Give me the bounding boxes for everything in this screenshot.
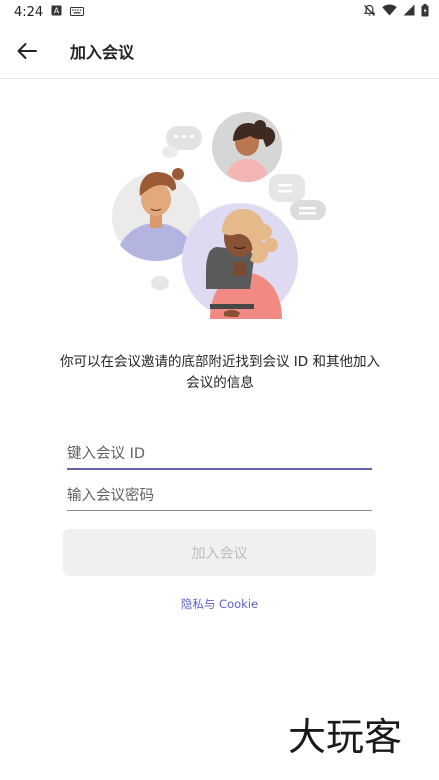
instruction-text: 你可以在会议邀请的底部附近找到会议 ID 和其他加入会议的信息 (60, 354, 380, 391)
status-right (363, 3, 429, 21)
join-meeting-button[interactable]: 加入会议 (63, 529, 376, 576)
app-bar: 加入会议 (0, 24, 439, 79)
meeting-id-input[interactable] (67, 440, 372, 470)
message-bubble-icon (269, 174, 326, 220)
page-title: 加入会议 (70, 43, 135, 62)
chat-bubble-icon (162, 126, 202, 158)
watermark-logo: 大玩客 (286, 712, 426, 762)
watermark-text: 大玩客 (288, 715, 402, 759)
battery-icon (421, 3, 429, 21)
wifi-icon (382, 4, 397, 20)
status-time: 4:24 (14, 4, 44, 20)
svg-text:A: A (54, 6, 60, 15)
privacy-cookie-link[interactable]: 隐私与 Cookie (0, 596, 439, 612)
meeting-password-input[interactable] (67, 481, 372, 511)
notification-a-icon: A (51, 5, 62, 20)
woman-avatar-laptop (182, 203, 298, 319)
mute-bell-icon (363, 4, 376, 21)
arrow-left-icon (17, 43, 37, 59)
status-left: 4:24 A (14, 4, 85, 20)
signal-icon (403, 4, 415, 20)
join-meeting-button-label: 加入会议 (191, 545, 248, 562)
back-button[interactable] (0, 24, 54, 78)
keyboard-icon (70, 5, 85, 20)
join-meeting-illustration (106, 108, 336, 328)
woman-avatar-top (212, 112, 282, 182)
status-bar: 4:24 A (0, 0, 439, 24)
